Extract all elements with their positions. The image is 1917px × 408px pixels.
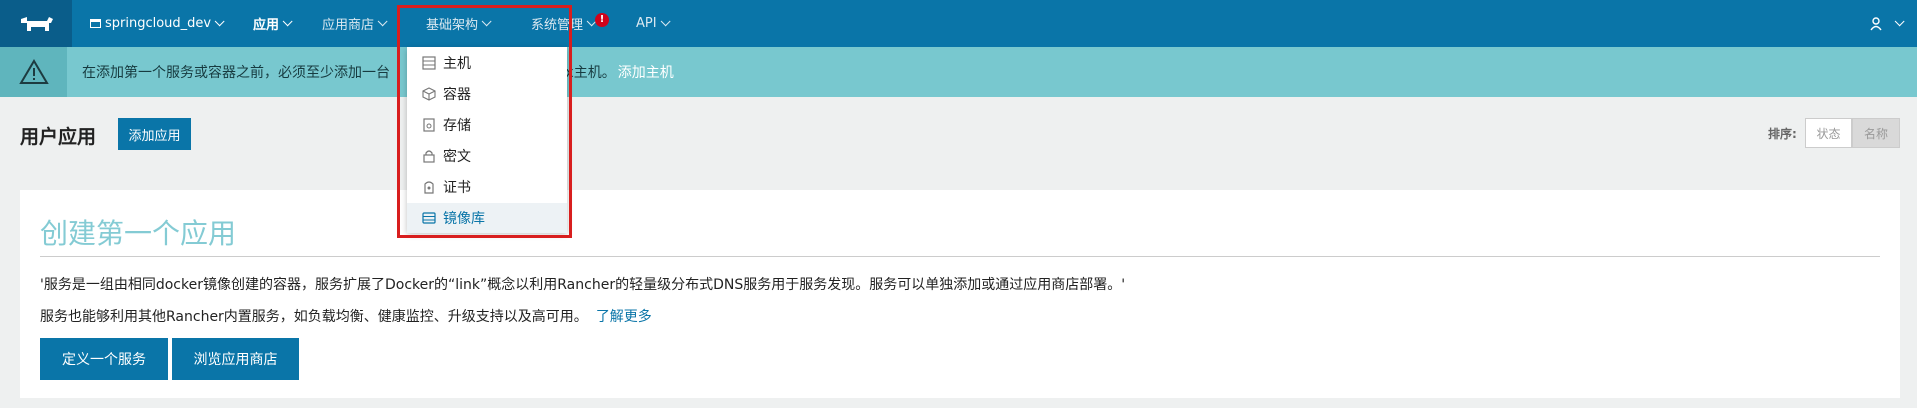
warning-icon bbox=[18, 59, 49, 84]
nav-api[interactable]: API bbox=[636, 0, 671, 47]
chevron-down-icon bbox=[660, 16, 671, 27]
learn-more-link[interactable]: 了解更多 bbox=[596, 309, 652, 325]
env-selector[interactable]: springcloud_dev bbox=[90, 0, 225, 47]
banner-icon-box bbox=[0, 47, 67, 97]
banner-text-left: 在添加第一个服务或容器之前，必须至少添加一台 bbox=[82, 65, 390, 81]
card-title: 创建第一个应用 bbox=[40, 217, 237, 250]
env-label: springcloud_dev bbox=[105, 16, 212, 31]
chevron-down-icon bbox=[377, 16, 388, 27]
add-host-link[interactable]: 添加主机 bbox=[618, 62, 674, 82]
cow-logo-icon bbox=[21, 16, 53, 31]
alert-icon: ! bbox=[595, 12, 610, 27]
card-description-2: 服务也能够利用其他Rancher内置服务，如负载均衡、健康监控、升级支持以及高可… bbox=[40, 306, 652, 326]
add-app-button[interactable]: 添加应用 bbox=[118, 118, 191, 150]
divider bbox=[40, 256, 1880, 257]
nav-api-label: API bbox=[636, 16, 657, 31]
card-description-2-text: 服务也能够利用其他Rancher内置服务，如负载均衡、健康监控、升级支持以及高可… bbox=[40, 309, 588, 325]
define-service-button[interactable]: 定义一个服务 bbox=[40, 338, 168, 380]
env-icon bbox=[90, 19, 101, 28]
page-title: 用户应用 bbox=[20, 126, 97, 148]
nav-catalog-label: 应用商店 bbox=[322, 18, 375, 33]
sort-by-name-button[interactable]: 名称 bbox=[1852, 118, 1900, 148]
banner-message: 在添加第一个服务或容器之前，必须至少添加一台 本的Linux主机。 添加主机 bbox=[82, 47, 674, 97]
sort-by-state-button[interactable]: 状态 bbox=[1805, 118, 1852, 148]
empty-state-card: 创建第一个应用 '服务是一组由相同docker镜像创建的容器，服务扩展了Dock… bbox=[20, 190, 1900, 398]
sort-label: 排序: bbox=[1768, 127, 1797, 141]
chevron-down-icon bbox=[282, 16, 293, 27]
chevron-down-icon bbox=[214, 16, 225, 27]
nav-apps[interactable]: 应用 bbox=[253, 0, 293, 47]
top-navbar: springcloud_dev 应用 应用商店 基础架构 系统管理 ! API bbox=[0, 0, 1917, 47]
user-menu[interactable] bbox=[1870, 0, 1905, 47]
highlight-annotation bbox=[397, 5, 572, 238]
browse-catalog-button[interactable]: 浏览应用商店 bbox=[172, 338, 299, 380]
user-icon bbox=[1870, 16, 1882, 30]
info-banner: 在添加第一个服务或容器之前，必须至少添加一台 本的Linux主机。 添加主机 bbox=[0, 47, 1917, 97]
rancher-logo[interactable] bbox=[0, 0, 72, 47]
nav-catalog[interactable]: 应用商店 bbox=[322, 0, 388, 47]
nav-apps-label: 应用 bbox=[253, 18, 280, 33]
card-description: '服务是一组由相同docker镜像创建的容器，服务扩展了Docker的“link… bbox=[40, 277, 1126, 293]
chevron-down-icon bbox=[1894, 16, 1905, 27]
